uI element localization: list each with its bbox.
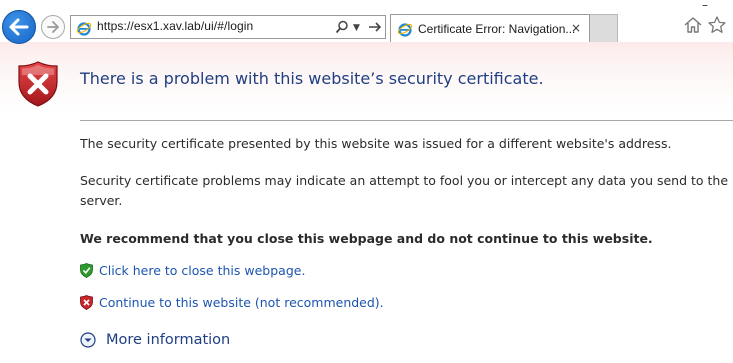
tab-title: Certificate Error: Navigation... — [418, 22, 576, 36]
back-button[interactable] — [2, 10, 36, 44]
ie-logo-icon — [76, 22, 92, 36]
minimize-button[interactable]: – — [702, 0, 708, 11]
go-arrow-icon[interactable] — [367, 20, 383, 34]
more-information-toggle[interactable]: More information — [80, 332, 230, 348]
divider — [80, 120, 733, 121]
forward-arrow-icon — [47, 21, 59, 33]
close-webpage-row: Click here to close this webpage. — [80, 263, 305, 278]
dropdown-arrow-icon[interactable]: ▼ — [353, 20, 365, 34]
address-bar[interactable]: https://esx1.xav.lab/ui/#/login ▼ — [70, 15, 386, 39]
error-shield-icon — [18, 61, 58, 107]
browser-toolbar: https://esx1.xav.lab/ui/#/login ▼ Certif… — [0, 0, 733, 44]
ie-logo-icon — [397, 23, 413, 37]
tab-close-button[interactable]: × — [571, 21, 581, 35]
certificate-warning-text: Security certificate problems may indica… — [80, 173, 729, 208]
continue-row: Continue to this website (not recommende… — [80, 295, 384, 310]
expand-chevron-icon[interactable] — [80, 332, 96, 348]
certificate-mismatch-text: The security certificate presented by th… — [80, 136, 672, 151]
more-information-label[interactable]: More information — [106, 332, 230, 348]
forward-button[interactable] — [41, 15, 65, 39]
home-icon[interactable] — [683, 15, 703, 35]
favorites-star-icon[interactable] — [707, 15, 727, 35]
search-icon[interactable] — [335, 20, 349, 34]
green-shield-icon — [80, 263, 93, 278]
new-tab-button[interactable] — [590, 14, 618, 42]
close-webpage-link[interactable]: Click here to close this webpage. — [99, 263, 305, 278]
recommendation-text: We recommend that you close this webpage… — [80, 231, 653, 246]
tab-certificate-error[interactable]: Certificate Error: Navigation... × — [390, 14, 590, 42]
page-title: There is a problem with this website’s s… — [80, 69, 544, 88]
address-url[interactable]: https://esx1.xav.lab/ui/#/login — [97, 19, 253, 33]
back-arrow-icon — [9, 18, 29, 36]
continue-to-website-link[interactable]: Continue to this website (not recommende… — [99, 295, 384, 310]
red-shield-icon — [80, 295, 93, 310]
